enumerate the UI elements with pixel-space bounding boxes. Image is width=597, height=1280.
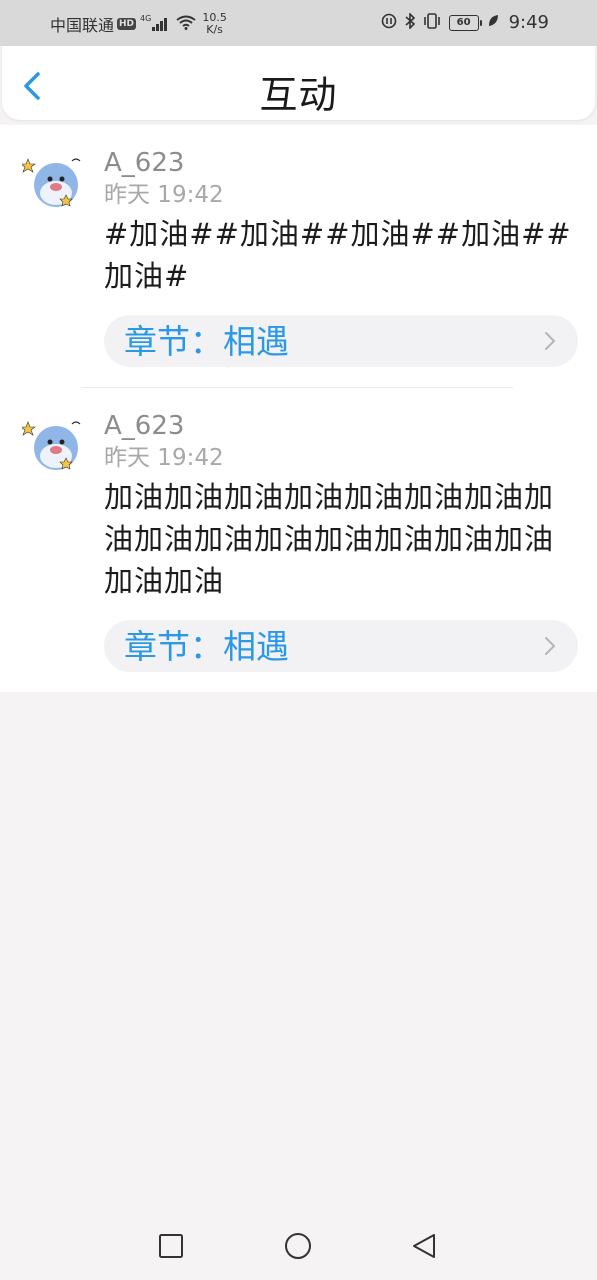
post-content: 加油加油加油加油加油加油加油加油加油加油加油加油加油加油加油加油加油 bbox=[104, 480, 555, 598]
comment-list: A_623 昨天 19:42 #加油##加油##加油##加油##加油# 章节：相… bbox=[0, 125, 597, 692]
circle-icon[interactable] bbox=[284, 1232, 312, 1260]
post-content: #加油##加油##加油##加油##加油# bbox=[104, 217, 572, 293]
triangle-back-icon[interactable] bbox=[410, 1232, 438, 1260]
username[interactable]: A_623 bbox=[104, 147, 577, 179]
post-time: 昨天 19:42 bbox=[104, 445, 224, 471]
wifi-icon bbox=[176, 15, 196, 34]
page-title: 互动 bbox=[259, 73, 338, 117]
status-right: 60 9:49 bbox=[373, 11, 549, 33]
status-bar: 中国联通 HD 4G 10.5 K/s 60 9:49 bbox=[0, 0, 597, 46]
chevron-right-icon bbox=[545, 637, 555, 655]
chapter-label: 章节：相遇 bbox=[124, 627, 289, 666]
chapter-label: 章节：相遇 bbox=[124, 322, 289, 361]
network-type: 4G bbox=[140, 13, 152, 23]
hd-icon: HD bbox=[117, 18, 137, 30]
post-time: 昨天 19:42 bbox=[104, 182, 224, 208]
network-speed: 10.5 K/s bbox=[202, 12, 227, 36]
carrier-name: 中国联通 bbox=[50, 16, 115, 35]
speed-unit: K/s bbox=[206, 23, 223, 36]
avatar[interactable] bbox=[22, 412, 86, 476]
clock: 9:49 bbox=[508, 12, 549, 33]
battery-icon: 60 bbox=[448, 14, 482, 31]
avatar[interactable] bbox=[22, 149, 86, 213]
system-nav-bar bbox=[0, 1212, 597, 1280]
status-left: 中国联通 HD 4G 10.5 K/s bbox=[50, 12, 227, 36]
comment-item: A_623 昨天 19:42 #加油##加油##加油##加油##加油# 章节：相… bbox=[0, 125, 597, 387]
chevron-right-icon bbox=[545, 332, 555, 350]
data-saver-icon bbox=[381, 13, 397, 33]
bluetooth-icon bbox=[405, 11, 415, 33]
signal-icon bbox=[152, 17, 168, 31]
app-header: 互动 bbox=[2, 46, 595, 120]
chapter-link[interactable]: 章节：相遇 bbox=[104, 315, 578, 367]
chapter-link[interactable]: 章节：相遇 bbox=[104, 620, 578, 672]
vibrate-icon bbox=[423, 12, 441, 33]
square-icon[interactable] bbox=[157, 1232, 185, 1260]
comment-item: A_623 昨天 19:42 加油加油加油加油加油加油加油加油加油加油加油加油加… bbox=[0, 388, 597, 692]
leaf-icon bbox=[487, 14, 499, 32]
username[interactable]: A_623 bbox=[104, 410, 577, 442]
